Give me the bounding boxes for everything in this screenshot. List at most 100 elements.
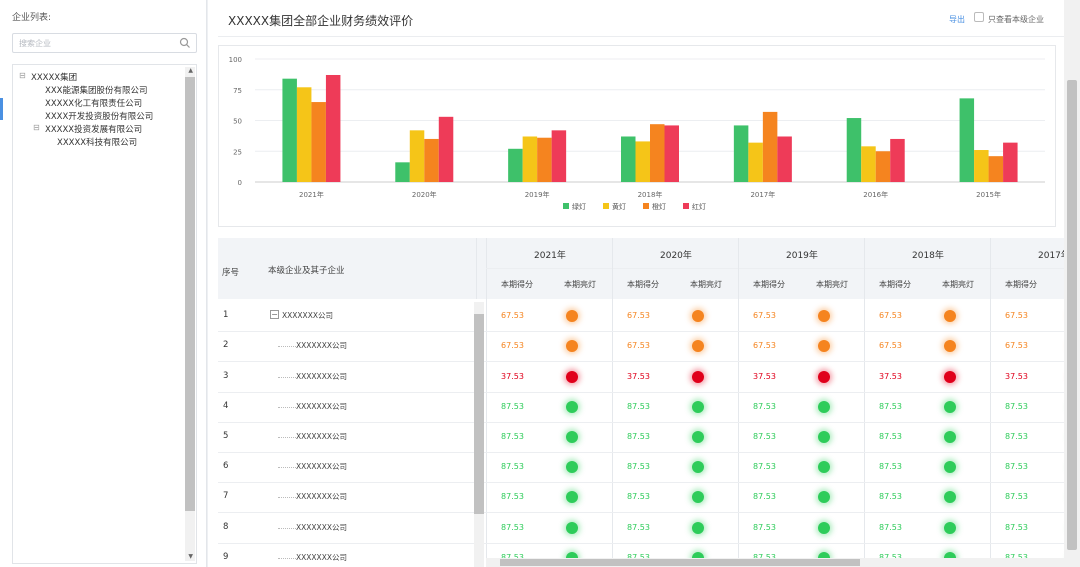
score-cell: 87.53 bbox=[753, 522, 776, 532]
light-subheader: 本期亮灯 bbox=[816, 280, 848, 289]
bar bbox=[635, 141, 650, 182]
status-light-icon bbox=[818, 310, 830, 323]
score-cell: 67.53 bbox=[501, 341, 524, 351]
app-window: 企业列表: 搜索企业 ⊟ XXXXX集团 XXX能源集团股份有限公司 XXXXX… bbox=[0, 0, 1080, 567]
score-cell: 87.53 bbox=[501, 462, 524, 472]
company-name[interactable]: XXXXXXX公司 bbox=[296, 340, 347, 351]
tree-connector bbox=[278, 376, 296, 378]
score-cell: 87.53 bbox=[627, 492, 650, 502]
score-cell: 87.53 bbox=[753, 492, 776, 502]
company-search-input[interactable]: 搜索企业 bbox=[12, 33, 197, 53]
year-header: 2019年 bbox=[786, 251, 818, 261]
tree-item-energy[interactable]: XXX能源集团股份有限公司 bbox=[45, 84, 147, 96]
tree-connector bbox=[278, 406, 296, 408]
tree-item-group[interactable]: XXXXX集团 bbox=[31, 71, 77, 83]
score-cell: 67.53 bbox=[753, 341, 776, 351]
company-name[interactable]: XXXXXXX公司 bbox=[296, 431, 347, 442]
scroll-down-icon[interactable]: ▼ bbox=[188, 553, 193, 560]
light-subheader: 本期亮灯 bbox=[564, 280, 596, 289]
score-cell: 87.53 bbox=[753, 401, 776, 411]
x-tick-label: 2017年 bbox=[750, 190, 775, 199]
bar bbox=[846, 118, 862, 182]
status-light-icon bbox=[692, 491, 704, 504]
score-subheader: 本期得分 bbox=[627, 280, 659, 289]
scroll-up-icon[interactable]: ▲ bbox=[188, 67, 193, 74]
legend-swatch bbox=[563, 203, 569, 209]
bar bbox=[650, 124, 665, 182]
score-cell: 67.53 bbox=[1005, 311, 1028, 321]
row-divider bbox=[218, 542, 1064, 544]
score-cell: 87.53 bbox=[1005, 462, 1028, 472]
bar bbox=[621, 136, 636, 182]
status-light-icon bbox=[818, 521, 830, 534]
bar bbox=[762, 111, 778, 182]
col-seq-header: 序号 bbox=[222, 268, 240, 278]
col-company-header: 本级企业及其子企业 bbox=[268, 266, 345, 276]
row-divider bbox=[218, 331, 1064, 333]
company-tree: ⊟ XXXXX集团 XXX能源集团股份有限公司 XXXXX化工有限责任公司 XX… bbox=[12, 64, 197, 564]
only-current-level-label[interactable]: 只查看本级企业 bbox=[988, 14, 1044, 25]
search-icon[interactable] bbox=[179, 37, 191, 49]
tree-collapse-icon[interactable]: ⊟ bbox=[33, 123, 40, 132]
row-divider bbox=[218, 421, 1064, 423]
status-light-icon bbox=[944, 521, 956, 534]
status-light-icon bbox=[566, 370, 578, 383]
bar bbox=[311, 102, 326, 182]
status-light-icon bbox=[566, 521, 578, 534]
score-cell: 87.53 bbox=[501, 401, 524, 411]
bar bbox=[508, 148, 523, 182]
tree-collapse-icon[interactable]: ⊟ bbox=[19, 71, 26, 80]
column-divider bbox=[486, 238, 487, 567]
company-scrollbar-thumb[interactable] bbox=[474, 314, 484, 514]
status-light-icon bbox=[692, 521, 704, 534]
score-cell: 67.53 bbox=[879, 311, 902, 321]
status-light-icon bbox=[566, 430, 578, 443]
score-cell: 37.53 bbox=[879, 371, 902, 381]
bar bbox=[988, 156, 1004, 182]
x-tick-label: 2016年 bbox=[863, 190, 888, 199]
score-cell: 87.53 bbox=[627, 462, 650, 472]
row-divider bbox=[218, 452, 1064, 453]
bar bbox=[861, 146, 876, 182]
tree-connector bbox=[278, 436, 296, 438]
horizontal-scrollbar-thumb[interactable] bbox=[500, 559, 860, 566]
main-panel: XXXXX集团全部企业财务绩效评价 导出 只查看本级企业 0 25 50 75 100 2… bbox=[208, 0, 1064, 567]
sidebar-title: 企业列表: bbox=[12, 13, 52, 23]
column-divider bbox=[612, 238, 613, 567]
score-cell: 67.53 bbox=[753, 311, 776, 321]
company-name[interactable]: XXXXXXX公司 bbox=[296, 491, 347, 502]
score-cell: 87.53 bbox=[879, 492, 902, 502]
company-name[interactable]: XXXXXXX公司 bbox=[296, 552, 347, 563]
company-name[interactable]: XXXXXXX公司 bbox=[282, 310, 333, 321]
status-light-icon bbox=[944, 491, 956, 504]
score-cell: 87.53 bbox=[879, 522, 902, 532]
company-name[interactable]: XXXXXXX公司 bbox=[296, 401, 347, 412]
tree-item-investment[interactable]: XXXXX投资发展有限公司 bbox=[45, 123, 142, 135]
status-light-icon bbox=[692, 310, 704, 323]
tree-connector bbox=[278, 467, 296, 469]
collapse-toggle-icon[interactable]: − bbox=[270, 310, 279, 320]
tree-item-tech[interactable]: XXXXX科技有限公司 bbox=[57, 136, 137, 148]
company-name[interactable]: XXXXXXX公司 bbox=[296, 371, 347, 382]
score-cell: 87.53 bbox=[501, 431, 524, 441]
tree-scrollbar-thumb[interactable] bbox=[185, 77, 195, 511]
status-light-icon bbox=[566, 340, 578, 353]
status-light-icon bbox=[692, 430, 704, 443]
score-cell: 87.53 bbox=[1005, 492, 1028, 502]
column-divider bbox=[864, 238, 865, 567]
only-current-level-checkbox[interactable] bbox=[974, 12, 984, 22]
export-link[interactable]: 导出 bbox=[949, 14, 965, 25]
row-number: 4 bbox=[223, 400, 229, 411]
bar bbox=[325, 74, 341, 182]
tree-item-chemical[interactable]: XXXXX化工有限责任公司 bbox=[45, 97, 142, 109]
tree-item-development[interactable]: XXXX开发投资股份有限公司 bbox=[45, 110, 153, 122]
row-number: 5 bbox=[223, 430, 229, 441]
bar bbox=[959, 98, 975, 182]
legend-swatch bbox=[643, 203, 649, 209]
bar bbox=[296, 87, 312, 182]
page-scrollbar-thumb[interactable] bbox=[1067, 80, 1077, 550]
company-name[interactable]: XXXXXXX公司 bbox=[296, 461, 347, 472]
row-number: 7 bbox=[223, 491, 229, 502]
bar bbox=[438, 116, 454, 182]
company-name[interactable]: XXXXXXX公司 bbox=[296, 522, 347, 533]
